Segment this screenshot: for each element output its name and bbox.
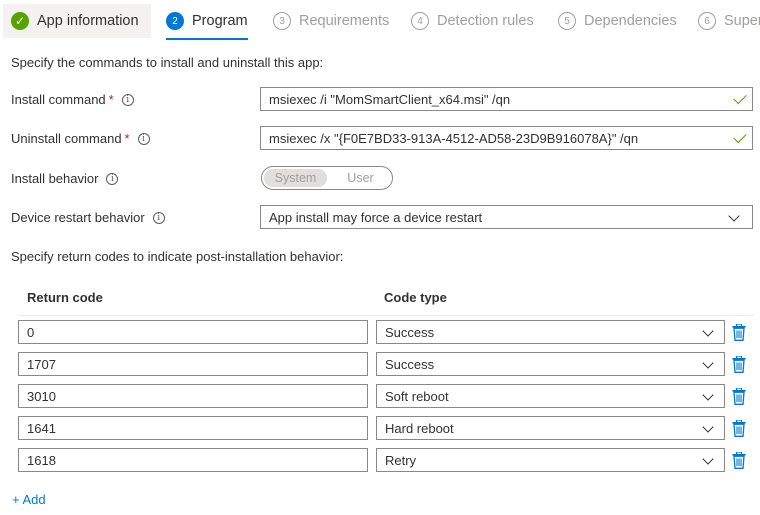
info-icon[interactable]: i xyxy=(121,93,134,106)
dropdown-value: Success xyxy=(385,324,435,340)
dropdown-value: Success xyxy=(385,356,435,372)
step-number: 3 xyxy=(273,12,291,30)
table-header-divider xyxy=(18,315,754,316)
chevron-down-icon xyxy=(728,210,740,222)
step-label: Requirements xyxy=(299,13,390,29)
dropdown-value: Retry xyxy=(385,452,417,468)
active-step-indicator xyxy=(166,38,248,40)
step-label: Super xyxy=(724,13,760,29)
restart-behavior-dropdown[interactable]: App install may force a device restart xyxy=(260,205,753,229)
label-text: Install command xyxy=(11,92,106,107)
chevron-down-icon xyxy=(702,421,714,433)
step-program[interactable]: 2 Program xyxy=(166,4,248,40)
install-behavior-label: Install behavior i xyxy=(11,171,119,186)
trash-icon[interactable] xyxy=(732,452,746,469)
input-value: 1707 xyxy=(27,356,56,372)
return-code-input[interactable]: 1618 xyxy=(18,448,368,472)
step-number: 6 xyxy=(698,12,716,30)
install-command-input[interactable]: msiexec /i "MomSmartClient_x64.msi" /qn xyxy=(260,87,753,111)
code-type-dropdown[interactable]: Retry xyxy=(376,448,725,472)
step-dependencies: 5 Dependencies xyxy=(558,4,677,38)
chevron-down-icon xyxy=(702,453,714,465)
input-value: 0 xyxy=(27,324,35,340)
restart-behavior-label: Device restart behavior i xyxy=(11,210,165,225)
step-label: Detection rules xyxy=(437,13,534,29)
column-header-return-code: Return code xyxy=(27,290,103,305)
return-code-input[interactable]: 1707 xyxy=(18,352,368,376)
install-behavior-toggle[interactable]: System User xyxy=(261,166,393,190)
checkmark-icon xyxy=(733,90,747,105)
label-text: Uninstall command xyxy=(11,131,122,146)
input-value: msiexec /i "MomSmartClient_x64.msi" /qn xyxy=(269,91,511,107)
step-number: 4 xyxy=(411,12,429,30)
code-type-dropdown[interactable]: Hard reboot xyxy=(376,416,725,440)
step-number: 2 xyxy=(166,12,184,30)
info-icon[interactable]: i xyxy=(106,172,119,185)
chevron-down-icon xyxy=(702,357,714,369)
required-asterisk: * xyxy=(124,131,130,146)
info-icon[interactable]: i xyxy=(152,211,165,224)
input-value: 1641 xyxy=(27,420,56,436)
commands-intro: Specify the commands to install and unin… xyxy=(11,55,324,70)
return-code-input[interactable]: 0 xyxy=(18,320,368,344)
chevron-down-icon xyxy=(702,389,714,401)
code-type-dropdown[interactable]: Success xyxy=(376,352,725,376)
info-icon[interactable]: i xyxy=(137,132,150,145)
input-value: msiexec /x "{F0E7BD33-913A-4512-AD58-23D… xyxy=(269,130,639,146)
return-codes-intro: Specify return codes to indicate post-in… xyxy=(11,249,344,264)
step-label: Dependencies xyxy=(584,13,677,29)
step-requirements: 3 Requirements xyxy=(273,4,389,38)
return-code-input[interactable]: 3010 xyxy=(18,384,368,408)
wizard-steps: ✓ App information 2 Program 3 Requiremen… xyxy=(0,0,760,44)
input-value: 1618 xyxy=(27,452,56,468)
dropdown-value: Hard reboot xyxy=(385,420,454,436)
uninstall-command-input[interactable]: msiexec /x "{F0E7BD33-913A-4512-AD58-23D… xyxy=(260,126,753,150)
column-header-code-type: Code type xyxy=(384,290,447,305)
uninstall-command-label: Uninstall command * i xyxy=(11,131,150,146)
trash-icon[interactable] xyxy=(732,356,746,373)
step-supersedence: 6 Super xyxy=(698,4,760,38)
toggle-option-system[interactable]: System xyxy=(264,169,327,187)
label-text: Device restart behavior xyxy=(11,210,145,225)
add-return-code-link[interactable]: + Add xyxy=(12,492,46,507)
return-code-input[interactable]: 1641 xyxy=(18,416,368,440)
toggle-option-user[interactable]: User xyxy=(329,171,392,185)
label-text: Install behavior xyxy=(11,171,99,186)
step-label: Program xyxy=(192,13,248,29)
step-app-information[interactable]: ✓ App information xyxy=(3,4,151,38)
chevron-down-icon xyxy=(702,325,714,337)
step-detection-rules: 4 Detection rules xyxy=(411,4,534,38)
install-command-label: Install command * i xyxy=(11,92,134,107)
trash-icon[interactable] xyxy=(732,420,746,437)
dropdown-value: App install may force a device restart xyxy=(269,209,483,225)
input-value: 3010 xyxy=(27,388,56,404)
trash-icon[interactable] xyxy=(732,324,746,341)
step-number: 5 xyxy=(558,12,576,30)
code-type-dropdown[interactable]: Success xyxy=(376,320,725,344)
checkmark-icon: ✓ xyxy=(11,12,29,30)
required-asterisk: * xyxy=(108,92,114,107)
dropdown-value: Soft reboot xyxy=(385,388,449,404)
trash-icon[interactable] xyxy=(732,388,746,405)
code-type-dropdown[interactable]: Soft reboot xyxy=(376,384,725,408)
step-label: App information xyxy=(37,13,139,29)
checkmark-icon xyxy=(733,129,747,144)
